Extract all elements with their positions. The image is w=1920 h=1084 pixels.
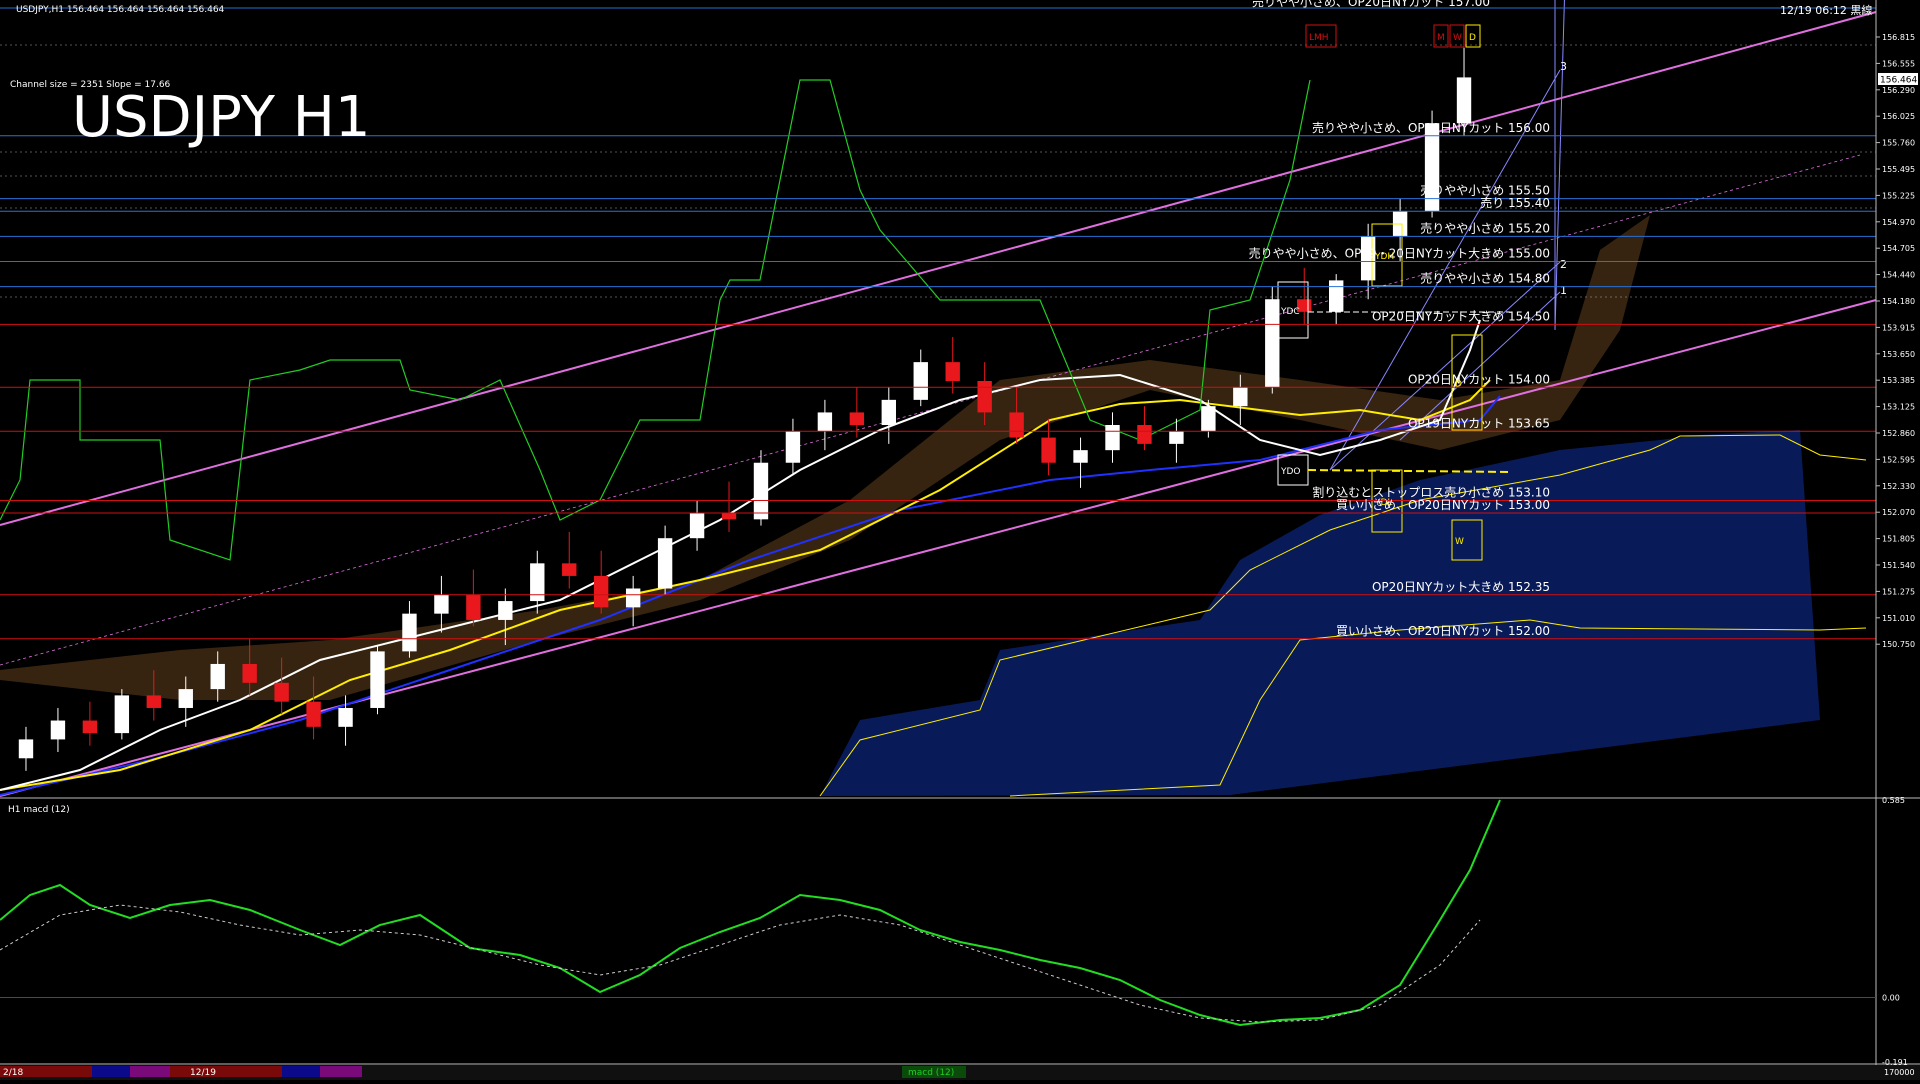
level-label: 売りやや小さめ 154.80 [1420,271,1550,286]
box-label: LMH [1309,33,1329,43]
period-strip-3 [130,1066,170,1077]
box-label: YDO [1280,467,1301,477]
candle [114,689,130,740]
y-tick-label: 156.290 [1882,86,1915,95]
y-tick-label: 154.180 [1882,297,1915,306]
box-label: YDC [1280,307,1300,317]
y-tick-label: 156.815 [1882,33,1915,42]
chart-big-title: USDJPY H1 [72,85,370,150]
y-tick-label: 156.025 [1882,112,1915,121]
period-strip-5 [282,1066,320,1077]
y-tick-label: 153.915 [1882,323,1915,332]
datetime-label: 12/19 06:12 黒線 [1780,3,1872,17]
macd-label: H1 macd (12) [8,805,70,815]
box-label: W [1455,537,1464,547]
level-label: 売り 155.40 [1480,195,1550,210]
y-tick-label: 155.760 [1882,139,1915,148]
symbol-info: USDJPY,H1 156.464 156.464 156.464 156.46… [16,5,225,15]
channel-label: 2 [1560,258,1567,271]
candle [370,645,385,715]
level-label: 売りやや小さめ、OP19・20日NYカット大きめ 155.00 [1249,246,1550,261]
period-strip-6 [320,1066,362,1077]
y-tick-label: 152.330 [1882,482,1915,491]
box-label: D [1469,33,1476,43]
y-tick-label: 154.440 [1882,271,1915,280]
y-tick-label: 153.385 [1882,376,1915,385]
y-tick-label: 156.555 [1882,59,1915,68]
macd-tick: 0.585 [1882,796,1905,805]
box-label: M [1437,33,1445,43]
level-label: 売りやや小さめ 155.20 [1420,220,1550,235]
top-level-label: 売りやや小さめ、OP20日NYカット 157.00 [1252,0,1490,9]
channel-label: 3 [1560,60,1567,73]
x-label-1: 12/19 [190,1068,216,1078]
period-strip-2 [92,1066,130,1077]
y-tick-label: 150.750 [1882,640,1915,649]
y-tick-label: 151.010 [1882,614,1915,623]
chart-window: 123 YDC YDO YDH YDL LMH M W D D W 売りやや小さめ、OP20日NY… [0,0,1920,1080]
bottom-tab-label: macd (12) [908,1068,954,1078]
y-tick-label: 154.705 [1882,244,1915,253]
macd-tick: 0.00 [1882,994,1900,1003]
y-tick-label: 154.970 [1882,218,1915,227]
level-label: OP19日NYカット 153.65 [1408,416,1550,430]
y-tick-label: 151.805 [1882,535,1915,544]
y-tick-label: 153.650 [1882,350,1915,359]
y-tick-label: 151.540 [1882,561,1915,570]
level-label: 買い小さめ、OP20日NYカット 152.00 [1336,624,1550,638]
y-tick-label: 152.070 [1882,508,1915,517]
y-tick-label: 152.860 [1882,429,1915,438]
candle [1265,286,1280,394]
y-tick-label: 153.125 [1882,403,1915,412]
y-tick-label: 151.275 [1882,587,1915,596]
box-label: W [1453,33,1462,43]
level-label: OP20日NYカット大きめ 154.50 [1372,309,1550,323]
level-label: 売りやや小さめ、OP20日NYカット 156.00 [1312,120,1550,135]
current-price-badge: 156.464 [1880,76,1917,86]
price-chart[interactable]: 123 YDCYDOYDHYDLLMH M W DDW 売りやや小さめ、OP20日NY… [0,0,1920,1080]
bottom-right-label: 170000 [1884,1068,1915,1077]
level-label: OP20日NYカット 154.00 [1408,372,1550,386]
y-tick-label: 152.595 [1882,455,1915,464]
level-label: OP20日NYカット大きめ 152.35 [1372,580,1550,594]
y-tick-label: 155.225 [1882,191,1915,200]
channel-label: 1 [1560,284,1567,297]
x-label-0: 2/18 [3,1068,23,1078]
level-label: 買い小さめ、OP20日NYカット 153.00 [1336,498,1550,512]
y-tick-label: 155.495 [1882,165,1915,174]
period-strip-4 [170,1066,282,1077]
